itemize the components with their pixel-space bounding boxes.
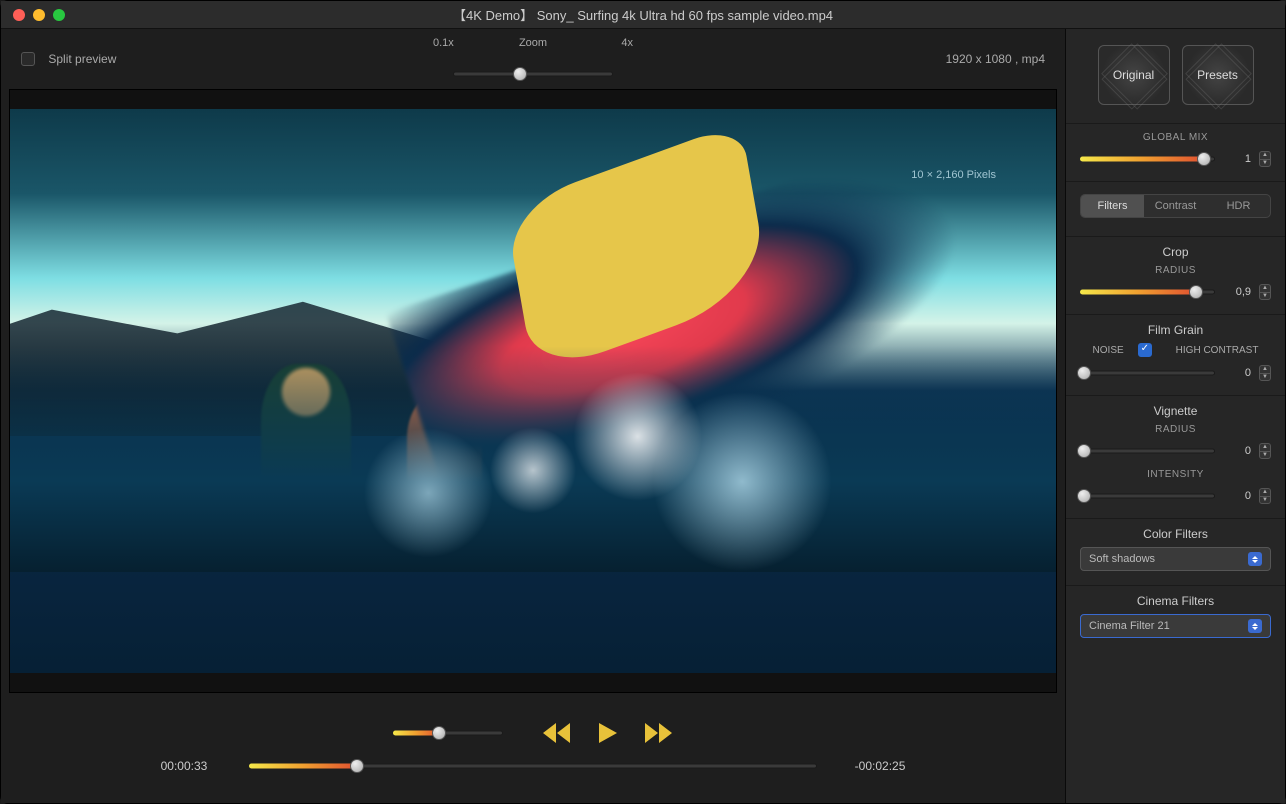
global-mix-section: GLOBAL MIX 1 ▲▼ [1066, 123, 1285, 181]
crop-radius-stepper[interactable]: ▲▼ [1259, 284, 1271, 300]
play-icon[interactable] [599, 723, 617, 743]
tab-contrast[interactable]: Contrast [1144, 195, 1207, 217]
global-mix-stepper[interactable]: ▲▼ [1259, 151, 1271, 167]
filmgrain-section: Film Grain NOISE HIGH CONTRAST 0 ▲▼ [1066, 314, 1285, 395]
zoom-title: Zoom [519, 37, 547, 49]
cinema-filters-section: Cinema Filters Cinema Filter 21 [1066, 585, 1285, 652]
vignette-radius-slider[interactable] [1080, 444, 1215, 458]
crop-radius-value: 0,9 [1223, 286, 1251, 298]
crop-section: Crop RADIUS 0,9 ▲▼ [1066, 236, 1285, 314]
split-preview-label: Split preview [48, 52, 116, 66]
split-preview-toggle[interactable]: Split preview [21, 52, 116, 67]
vignette-intensity-slider[interactable] [1080, 489, 1215, 503]
tab-hdr[interactable]: HDR [1207, 195, 1270, 217]
titlebar: 【4K Demo】 Sony_ Surfing 4k Ultra hd 60 f… [1, 1, 1285, 29]
high-contrast-label: HIGH CONTRAST [1176, 345, 1259, 356]
split-preview-checkbox[interactable] [21, 52, 35, 66]
zoom-slider[interactable] [453, 67, 613, 81]
time-current: 00:00:33 [161, 759, 231, 773]
rewind-icon[interactable] [543, 723, 571, 743]
window-title: 【4K Demo】 Sony_ Surfing 4k Ultra hd 60 f… [453, 5, 833, 24]
zoom-control: 0.1x 4x Zoom [433, 37, 633, 81]
color-filters-title: Color Filters [1080, 527, 1271, 541]
global-mix-slider[interactable] [1080, 152, 1215, 166]
filmgrain-title: Film Grain [1080, 323, 1271, 337]
color-filters-section: Color Filters Soft shadows [1066, 518, 1285, 585]
filmgrain-slider[interactable] [1080, 366, 1215, 380]
main-panel: Split preview 0.1x 4x Zoom 1920 x 1080 ,… [1, 29, 1065, 803]
seek-slider[interactable] [249, 759, 818, 773]
video-preview: 10 × 2,160 Pixels [10, 109, 1056, 674]
minimize-button[interactable] [33, 9, 45, 21]
cinema-filters-select[interactable]: Cinema Filter 21 [1080, 614, 1271, 638]
vignette-radius-value: 0 [1223, 445, 1251, 457]
global-mix-title: GLOBAL MIX [1080, 132, 1271, 143]
filmgrain-value: 0 [1223, 367, 1251, 379]
zoom-max-label: 4x [621, 37, 633, 49]
player-controls: 00:00:33 -00:02:25 [1, 693, 1065, 803]
high-contrast-checkbox[interactable] [1138, 343, 1152, 357]
crop-radius-label: RADIUS [1080, 265, 1271, 276]
side-panel: Original Presets GLOBAL MIX 1 ▲▼ Filters… [1065, 29, 1285, 803]
fast-forward-icon[interactable] [645, 723, 673, 743]
preview-area[interactable]: 10 × 2,160 Pixels [9, 89, 1057, 693]
crop-radius-slider[interactable] [1080, 285, 1215, 299]
filmgrain-stepper[interactable]: ▲▼ [1259, 365, 1271, 381]
original-button[interactable]: Original [1098, 45, 1170, 105]
color-filters-select[interactable]: Soft shadows [1080, 547, 1271, 571]
select-arrow-icon [1248, 552, 1262, 566]
close-button[interactable] [13, 9, 25, 21]
vignette-intensity-stepper[interactable]: ▲▼ [1259, 488, 1271, 504]
traffic-lights [1, 9, 65, 21]
tab-filters[interactable]: Filters [1081, 195, 1144, 217]
resolution-overlay: 10 × 2,160 Pixels [911, 169, 996, 181]
crop-title: Crop [1080, 245, 1271, 259]
presets-button[interactable]: Presets [1182, 45, 1254, 105]
time-remaining: -00:02:25 [835, 759, 905, 773]
vignette-radius-label: RADIUS [1080, 424, 1271, 435]
vignette-intensity-value: 0 [1223, 490, 1251, 502]
cinema-filters-title: Cinema Filters [1080, 594, 1271, 608]
noise-label: NOISE [1093, 345, 1124, 356]
speed-slider[interactable] [393, 726, 503, 740]
mode-tabs-section: Filters Contrast HDR [1066, 181, 1285, 236]
zoom-min-label: 0.1x [433, 37, 454, 49]
vignette-title: Vignette [1080, 404, 1271, 418]
vignette-radius-stepper[interactable]: ▲▼ [1259, 443, 1271, 459]
top-controls: Split preview 0.1x 4x Zoom 1920 x 1080 ,… [1, 29, 1065, 89]
global-mix-value: 1 [1223, 153, 1251, 165]
select-arrow-icon [1248, 619, 1262, 633]
color-filters-selected: Soft shadows [1089, 553, 1155, 565]
cinema-filters-selected: Cinema Filter 21 [1089, 620, 1170, 632]
vignette-section: Vignette RADIUS 0 ▲▼ INTENSITY 0 ▲▼ [1066, 395, 1285, 518]
vignette-intensity-label: INTENSITY [1080, 469, 1271, 480]
maximize-button[interactable] [53, 9, 65, 21]
mode-tabs: Filters Contrast HDR [1080, 194, 1271, 218]
video-info: 1920 x 1080 , mp4 [946, 52, 1045, 66]
